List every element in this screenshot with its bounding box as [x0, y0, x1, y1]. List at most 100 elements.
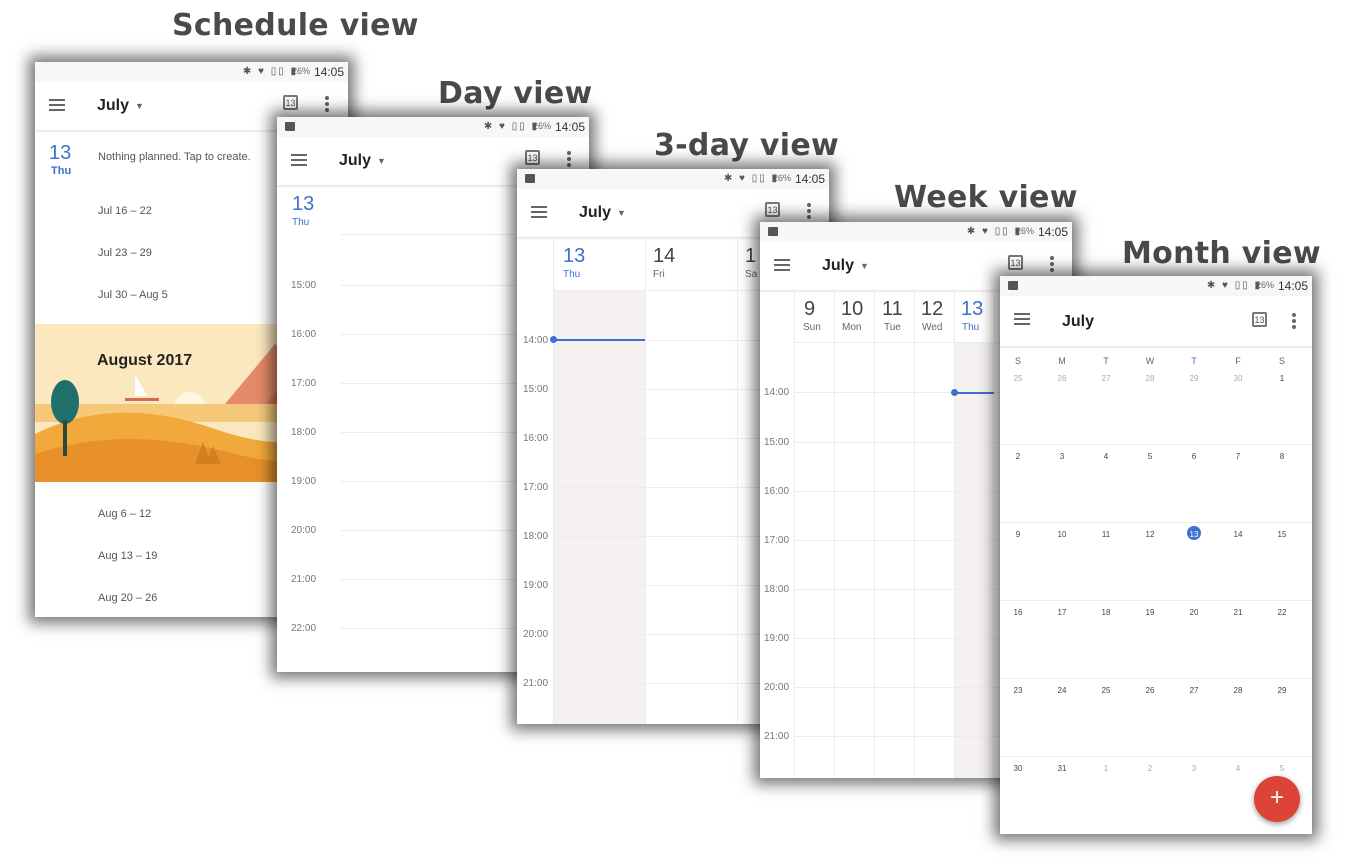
date-cell[interactable]: 2 — [1140, 764, 1160, 773]
date-cell[interactable]: 25 — [1008, 374, 1028, 383]
status-bar: ✱ ♥ ▯▯ ▮ 26% 14:05 — [35, 62, 348, 82]
date-cell[interactable]: 9 — [1008, 530, 1028, 539]
status-icons: ✱ ♥ ▯▯ ▮ — [723, 173, 779, 184]
month-label: July — [822, 257, 855, 274]
date-cell[interactable]: 1 — [1272, 374, 1292, 383]
month-selector[interactable]: July ▼ — [97, 97, 144, 115]
date-cell[interactable]: 5 — [1140, 452, 1160, 461]
date-cell[interactable]: 20 — [1184, 608, 1204, 617]
nothing-planned-item[interactable]: Nothing planned. Tap to create. — [98, 151, 251, 163]
date-cell[interactable]: 21 — [1228, 608, 1248, 617]
date-cell[interactable]: 29 — [1184, 374, 1204, 383]
date-cell[interactable]: 17 — [1052, 608, 1072, 617]
date-cell[interactable]: 3 — [1052, 452, 1072, 461]
schedule-view-label: Schedule view — [172, 8, 419, 43]
date-cell[interactable]: 27 — [1184, 686, 1204, 695]
more-options-icon[interactable] — [567, 151, 571, 155]
day-header-name: Fri — [653, 269, 665, 280]
today-calendar-icon[interactable]: 13 — [525, 150, 540, 165]
clock: 14:05 — [313, 65, 344, 79]
date-cell[interactable]: 22 — [1272, 608, 1292, 617]
date-cell[interactable]: 28 — [1140, 374, 1160, 383]
day-header-number[interactable]: 9 — [804, 298, 815, 321]
menu-icon[interactable] — [291, 154, 307, 156]
month-selector[interactable]: July ▼ — [339, 152, 386, 170]
date-cell[interactable]: 24 — [1052, 686, 1072, 695]
month-view-screen: ✱ ♥ ▯▯ ▮ 26% 14:05 July 13 S M T W T F S… — [1000, 276, 1312, 834]
date-cell[interactable]: 28 — [1228, 686, 1248, 695]
date-cell[interactable]: 4 — [1096, 452, 1116, 461]
date-cell[interactable]: 19 — [1140, 608, 1160, 617]
date-cell[interactable]: 12 — [1140, 530, 1160, 539]
date-cell[interactable]: 5 — [1272, 764, 1292, 773]
date-cell[interactable]: 14 — [1228, 530, 1248, 539]
date-cell[interactable]: 29 — [1272, 686, 1292, 695]
date-cell[interactable]: 6 — [1184, 452, 1204, 461]
today-calendar-icon[interactable]: 13 — [1252, 312, 1267, 327]
day-column-divider — [954, 292, 955, 778]
day-header-number[interactable]: 11 — [882, 298, 903, 321]
day-header-number[interactable]: 13 — [961, 298, 983, 321]
date-cell[interactable]: 11 — [1096, 530, 1116, 539]
date-cell[interactable]: 23 — [1008, 686, 1028, 695]
day-header-number: 13 — [292, 193, 315, 215]
today-calendar-icon[interactable]: 13 — [283, 95, 298, 110]
today-calendar-icon[interactable]: 13 — [1008, 255, 1023, 270]
date-cell[interactable]: 31 — [1052, 764, 1072, 773]
day-header-number[interactable]: 10 — [841, 298, 863, 321]
date-cell[interactable]: 2 — [1008, 452, 1028, 461]
date-cell[interactable]: 15 — [1272, 530, 1292, 539]
day-header-name: Thu — [563, 269, 581, 280]
month-selector[interactable]: July ▼ — [822, 257, 869, 275]
week-range-item[interactable]: Jul 16 – 22 — [98, 205, 152, 217]
date-cell[interactable]: 16 — [1008, 608, 1028, 617]
weekday-header: F — [1235, 356, 1241, 366]
month-selector[interactable]: July ▼ — [579, 204, 626, 222]
date-cell[interactable]: 1 — [1096, 764, 1116, 773]
more-options-icon[interactable] — [325, 96, 329, 100]
today-day-name: Thu — [51, 165, 72, 177]
date-cell[interactable]: 4 — [1228, 764, 1248, 773]
day-header-number[interactable]: 14 — [653, 245, 675, 268]
menu-icon[interactable] — [774, 259, 790, 261]
hour-label: 21:00 — [764, 731, 790, 742]
day-header-number[interactable]: 12 — [921, 298, 943, 321]
week-row-divider — [1000, 756, 1312, 757]
day-header-number[interactable]: 1 — [745, 245, 756, 268]
status-bar: ✱ ♥ ▯▯ ▮ 26% 14:05 — [760, 222, 1072, 242]
month-label[interactable]: July — [1062, 313, 1094, 331]
date-cell[interactable]: 25 — [1096, 686, 1116, 695]
date-cell[interactable]: 26 — [1052, 374, 1072, 383]
date-cell-today[interactable]: 13 — [1184, 530, 1204, 539]
today-calendar-icon[interactable]: 13 — [765, 202, 780, 217]
date-cell[interactable]: 26 — [1140, 686, 1160, 695]
hour-label: 18:00 — [764, 584, 790, 595]
menu-icon[interactable] — [49, 99, 65, 101]
more-options-icon[interactable] — [1292, 313, 1296, 317]
date-cell[interactable]: 30 — [1008, 764, 1028, 773]
date-cell[interactable]: 10 — [1052, 530, 1072, 539]
date-cell[interactable]: 7 — [1228, 452, 1248, 461]
date-cell[interactable]: 18 — [1096, 608, 1116, 617]
menu-icon[interactable] — [1014, 313, 1030, 315]
menu-icon[interactable] — [531, 206, 547, 208]
hour-label: 16:00 — [291, 329, 317, 340]
hour-label: 20:00 — [523, 629, 549, 640]
create-event-button[interactable]: + — [1254, 776, 1300, 822]
date-cell[interactable]: 3 — [1184, 764, 1204, 773]
date-cell[interactable]: 27 — [1096, 374, 1116, 383]
clock: 14:05 — [1037, 225, 1068, 239]
more-options-icon[interactable] — [807, 203, 811, 207]
week-range-item[interactable]: Aug 13 – 19 — [98, 550, 157, 562]
day-header-number[interactable]: 13 — [563, 245, 585, 268]
week-range-item[interactable]: Jul 30 – Aug 5 — [98, 289, 168, 301]
day-header-name: Thu — [292, 217, 310, 228]
hour-label: 15:00 — [291, 280, 317, 291]
today-column — [553, 290, 645, 724]
week-range-item[interactable]: Aug 20 – 26 — [98, 592, 157, 604]
more-options-icon[interactable] — [1050, 256, 1054, 260]
week-range-item[interactable]: Jul 23 – 29 — [98, 247, 152, 259]
date-cell[interactable]: 8 — [1272, 452, 1292, 461]
week-range-item[interactable]: Aug 6 – 12 — [98, 508, 151, 520]
date-cell[interactable]: 30 — [1228, 374, 1248, 383]
